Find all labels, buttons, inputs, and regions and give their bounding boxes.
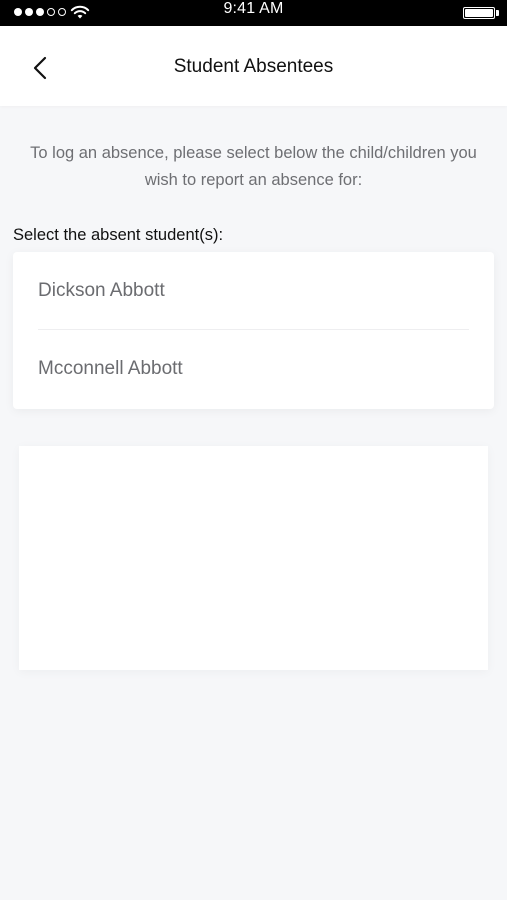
page-title: Student Absentees xyxy=(173,56,334,77)
intro-text: To log an absence, please select below t… xyxy=(30,144,477,189)
student-item-dickson-abbott[interactable]: Dickson Abbott xyxy=(38,252,469,330)
student-list: Dickson Abbott Mcconnell Abbott xyxy=(13,252,494,409)
select-students-label: Select the absent student(s): xyxy=(13,226,224,244)
battery-icon xyxy=(463,7,495,19)
status-bar: 9:41 AM xyxy=(0,0,507,26)
battery-cap xyxy=(496,10,499,16)
student-name: Dickson Abbott xyxy=(38,280,165,301)
student-item-mcconnell-abbott[interactable]: Mcconnell Abbott xyxy=(38,330,469,408)
nav-header: Student Absentees xyxy=(0,26,507,106)
student-name: Mcconnell Abbott xyxy=(38,358,183,379)
blank-panel xyxy=(19,446,488,670)
status-time: 9:41 AM xyxy=(223,0,284,17)
